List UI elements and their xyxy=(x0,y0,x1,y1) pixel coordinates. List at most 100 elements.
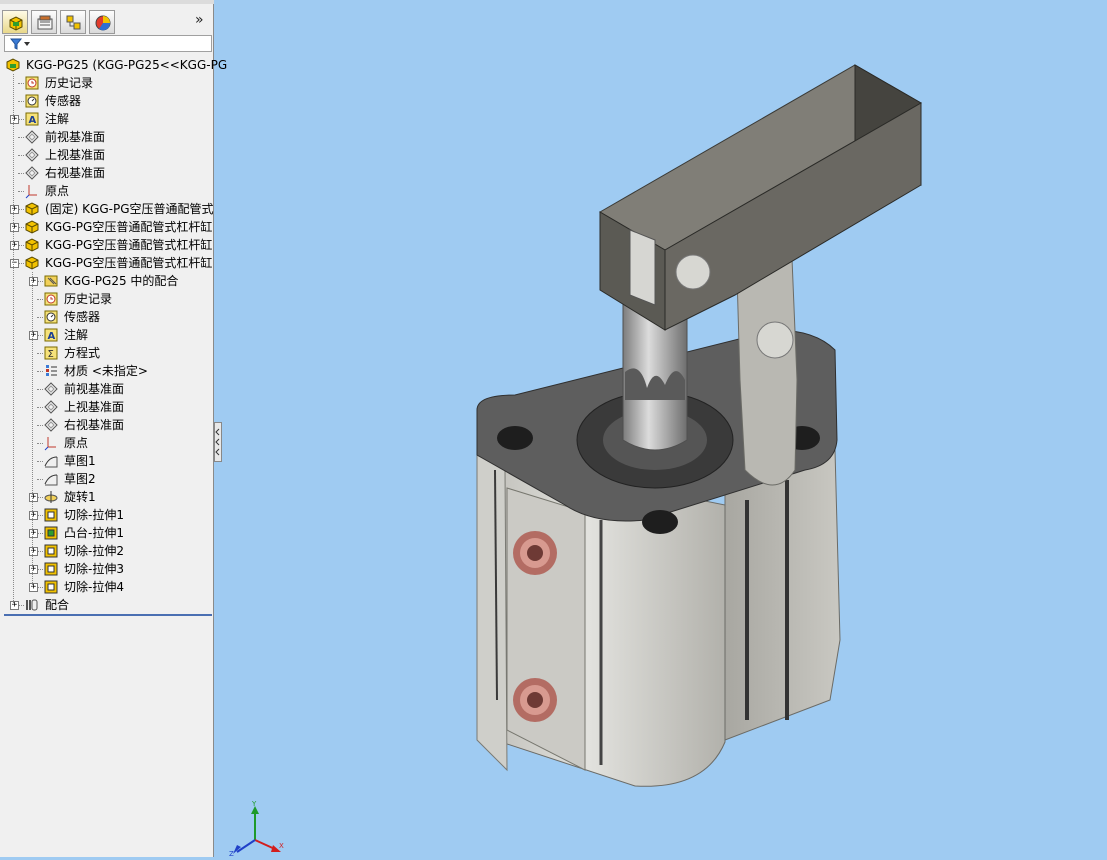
tree-item-label: 注解 xyxy=(45,112,70,126)
tree-item-label: 历史记录 xyxy=(45,76,94,90)
tree-item[interactable]: KGG-PG25 (KGG-PG25<<KGG-PG xyxy=(0,56,227,74)
tree-item-label: 原点 xyxy=(45,184,70,198)
axis-label-z: Z xyxy=(229,850,234,857)
history-icon xyxy=(24,75,40,91)
part-icon xyxy=(24,237,40,253)
axis-label-x: X xyxy=(279,842,284,850)
plane-icon xyxy=(43,381,59,397)
tree-item[interactable]: + 配合 xyxy=(0,596,214,614)
tree-item-label: 切除-拉伸4 xyxy=(64,580,124,594)
tree-item-label: 草图1 xyxy=(64,454,96,468)
revolve-icon xyxy=(43,489,59,505)
part-icon xyxy=(24,219,40,235)
tab-configuration-manager[interactable] xyxy=(60,10,86,34)
tree-item[interactable]: 原点 xyxy=(0,182,214,200)
tree-item-label: 传感器 xyxy=(45,94,82,108)
plane-icon xyxy=(43,399,59,415)
svg-text:Σ: Σ xyxy=(48,349,54,360)
tree-item[interactable]: − KGG-PG空压普通配管式杠杆缸 xyxy=(0,254,214,272)
tree-item-label: 右视基准面 xyxy=(45,166,106,180)
model-canvas[interactable]: Y X Z xyxy=(215,0,1107,858)
expand-button[interactable]: + xyxy=(10,115,19,124)
expand-button[interactable]: + xyxy=(29,547,38,556)
tree-item-label: 上视基准面 xyxy=(45,148,106,162)
expand-panel-chevron-icon[interactable]: » xyxy=(195,12,204,28)
property-manager-icon xyxy=(37,15,53,30)
tree-item-label: (固定) KGG-PG空压普通配管式 xyxy=(45,202,214,216)
port-panel xyxy=(506,487,586,771)
tree-item[interactable]: + (固定) KGG-PG空压普通配管式 xyxy=(0,200,214,218)
expand-button[interactable]: + xyxy=(29,565,38,574)
mates-folder-icon xyxy=(43,273,59,289)
port-fitting xyxy=(513,531,557,575)
tree-item-label: 前视基准面 xyxy=(45,130,106,144)
expand-button[interactable]: + xyxy=(29,493,38,502)
tab-display-manager[interactable] xyxy=(89,10,115,34)
annotation-icon: A xyxy=(43,327,59,343)
tab-feature-manager[interactable] xyxy=(2,10,28,34)
sensor-icon xyxy=(24,93,40,109)
expand-button[interactable]: + xyxy=(29,331,38,340)
boss-extrude-icon xyxy=(43,525,59,541)
feature-manager-icon xyxy=(9,16,23,31)
tree-item-label: 上视基准面 xyxy=(64,400,125,414)
tree-rollback-divider xyxy=(4,614,212,616)
expand-button[interactable]: + xyxy=(29,529,38,538)
tree-guide-line xyxy=(32,272,33,587)
part-icon xyxy=(24,255,40,271)
tree-item-label: 切除-拉伸3 xyxy=(64,562,124,576)
sketch-icon xyxy=(43,471,59,487)
filter-icon xyxy=(10,38,30,50)
expand-button[interactable]: + xyxy=(29,583,38,592)
tree-item-label: 右视基准面 xyxy=(64,418,125,432)
tree-item[interactable]: + KGG-PG空压普通配管式杠杆缸 xyxy=(0,236,214,254)
cut-extrude-icon xyxy=(43,561,59,577)
cut-extrude-icon xyxy=(43,543,59,559)
tree-item[interactable]: 右视基准面 xyxy=(0,164,214,182)
tree-item-label: KGG-PG空压普通配管式杠杆缸 xyxy=(45,256,213,270)
part-icon xyxy=(24,201,40,217)
tree-filter-box[interactable] xyxy=(4,35,212,52)
tree-item[interactable]: + A 注解 xyxy=(0,110,214,128)
tree-guide-line xyxy=(13,74,14,605)
annotation-icon: A xyxy=(24,111,40,127)
expand-button[interactable]: + xyxy=(10,205,19,214)
cut-extrude-icon xyxy=(43,579,59,595)
display-manager-icon xyxy=(95,15,111,31)
tree-item[interactable]: 历史记录 xyxy=(0,74,214,92)
link-pin xyxy=(756,321,794,359)
expand-button[interactable]: + xyxy=(10,601,19,610)
tree-item[interactable]: 上视基准面 xyxy=(0,146,214,164)
tree-item-label: KGG-PG空压普通配管式杠杆缸 xyxy=(45,220,213,234)
tree-item-label: 切除-拉伸2 xyxy=(64,544,124,558)
mount-hole xyxy=(497,426,533,450)
tree-item[interactable]: + KGG-PG空压普通配管式杠杆缸 xyxy=(0,218,214,236)
graphics-viewport[interactable]: Y X Z xyxy=(215,0,1107,858)
view-triad: Y X Z xyxy=(229,800,284,858)
expand-button[interactable]: + xyxy=(10,223,19,232)
tree-item-label: 草图2 xyxy=(64,472,96,486)
cylinder-left-face xyxy=(476,454,508,772)
expand-button[interactable]: + xyxy=(10,241,19,250)
tree-item-label: KGG-PG25 中的配合 xyxy=(64,274,179,288)
arm-pin xyxy=(675,254,711,290)
tab-property-manager[interactable] xyxy=(31,10,57,34)
tree-item-label: 传感器 xyxy=(64,310,101,324)
tree-item-label: 方程式 xyxy=(64,346,101,360)
plane-icon xyxy=(24,129,40,145)
feature-manager-panel: » KGG-PG25 (KGG-PG25<<KGG-PG 历史记录 传感器 + A 注解前… xyxy=(0,0,227,857)
history-icon xyxy=(43,291,59,307)
expand-button[interactable]: + xyxy=(29,511,38,520)
panel-top-strip xyxy=(0,0,214,4)
collapse-button[interactable]: − xyxy=(10,259,19,268)
tree-item-label: 旋转1 xyxy=(64,490,96,504)
tree-item[interactable]: 传感器 xyxy=(0,92,214,110)
tree-item[interactable]: 前视基准面 xyxy=(0,128,214,146)
material-icon xyxy=(43,363,59,379)
tree-item-label: 原点 xyxy=(64,436,89,450)
assembly-icon xyxy=(5,57,21,73)
mates-icon xyxy=(24,597,40,613)
tree-item-label: 注解 xyxy=(64,328,89,342)
tree-item-label: KGG-PG25 (KGG-PG25<<KGG-PG xyxy=(26,58,228,72)
expand-button[interactable]: + xyxy=(29,277,38,286)
